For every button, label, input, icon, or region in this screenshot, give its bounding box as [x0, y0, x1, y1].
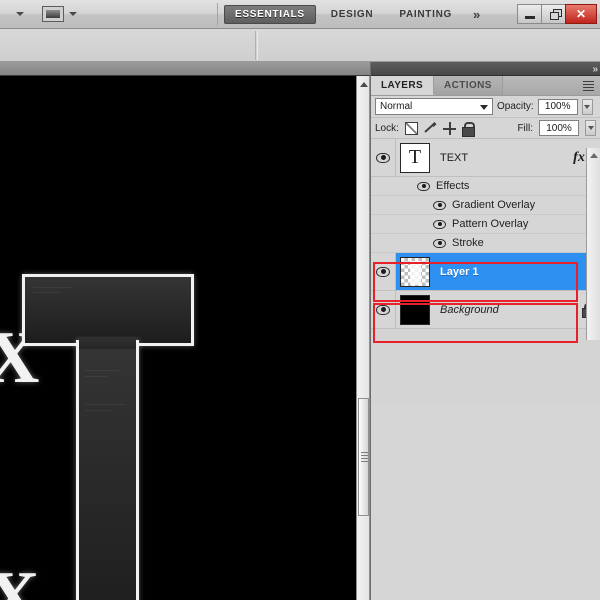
workspace-design[interactable]: DESIGN	[320, 5, 385, 24]
letter-t-stem	[76, 340, 139, 600]
layers-panel-empty-area	[371, 405, 600, 600]
panel-menu-icon[interactable]	[580, 76, 600, 95]
lock-transparency-icon[interactable]	[404, 121, 418, 135]
layers-panel-scrollbar[interactable]	[586, 148, 600, 340]
chevron-down-icon	[587, 126, 594, 130]
application-bar: ESSENTIALS DESIGN PAINTING » ✕	[0, 0, 600, 29]
panel-tab-row: LAYERS ACTIONS	[371, 76, 600, 96]
effects-group-label: Effects	[436, 180, 470, 192]
tab-actions[interactable]: ACTIONS	[434, 76, 503, 95]
layer-thumbnail	[400, 294, 430, 325]
tab-layers[interactable]: LAYERS	[371, 76, 435, 95]
texture-line	[33, 287, 73, 288]
layer-thumbnail	[400, 256, 430, 287]
scroll-up-icon[interactable]	[590, 153, 598, 158]
window-controls: ✕	[517, 4, 597, 24]
fill-slider-button[interactable]	[585, 120, 596, 136]
lock-image-icon[interactable]	[424, 122, 437, 135]
document-tab-strip[interactable]	[0, 62, 370, 76]
layer-visibility-toggle[interactable]	[371, 291, 396, 328]
minimize-icon	[524, 15, 535, 19]
layer-name[interactable]: Layer 1	[434, 266, 600, 278]
appbar-divider	[217, 3, 218, 26]
layer-thumbnail-cell[interactable]	[396, 294, 434, 325]
chevron-down-icon	[480, 105, 488, 110]
lock-all-icon[interactable]	[461, 121, 475, 137]
opacity-slider-button[interactable]	[581, 98, 593, 115]
eye-icon	[376, 266, 390, 277]
options-bar-divider-light	[257, 31, 258, 60]
fill-input[interactable]: 100%	[539, 120, 579, 136]
effect-row-gradient-overlay[interactable]: Gradient Overlay	[371, 196, 600, 215]
scrollbar-grip-icon	[361, 455, 368, 456]
blend-mode-value: Normal	[380, 101, 413, 112]
photoshop-window: ESSENTIALS DESIGN PAINTING » ✕ X X » LAY…	[0, 0, 600, 600]
eye-icon[interactable]	[417, 181, 430, 191]
blend-mode-select[interactable]: Normal	[375, 98, 493, 115]
texture-line	[33, 292, 61, 293]
right-dock: » LAYERS ACTIONS Normal Opacity: 100% Lo…	[370, 62, 600, 600]
minimize-button[interactable]	[517, 4, 542, 24]
fx-icon: fx	[573, 149, 585, 165]
layer-row-text[interactable]: T TEXT fx	[371, 139, 600, 177]
layers-panel-body: Normal Opacity: 100% Lock: Fill: 100% T …	[371, 96, 600, 329]
opacity-input[interactable]: 100%	[537, 98, 578, 115]
dock-expand-icon[interactable]: »	[592, 64, 597, 75]
layer-thumbnail-cell[interactable]: T	[396, 142, 434, 173]
restore-button[interactable]	[541, 4, 566, 24]
workspace-switcher: ESSENTIALS DESIGN PAINTING »	[222, 0, 480, 29]
blend-opacity-row: Normal Opacity: 100%	[371, 96, 600, 118]
layer-row-background[interactable]: Background	[371, 291, 600, 329]
effects-group-row[interactable]: Effects	[371, 177, 600, 196]
letter-t-artwork	[22, 274, 194, 600]
workspace-essentials[interactable]: ESSENTIALS	[224, 5, 316, 24]
eye-icon[interactable]	[433, 219, 446, 229]
eye-icon[interactable]	[433, 238, 446, 248]
letter-t-bar	[22, 274, 194, 346]
dock-header: »	[371, 62, 600, 76]
workspace-more-icon[interactable]: »	[473, 7, 480, 22]
eye-icon	[376, 152, 390, 163]
eye-icon	[376, 304, 390, 315]
layer-thumbnail: T	[400, 142, 430, 173]
effect-label: Stroke	[452, 237, 484, 249]
lock-label: Lock:	[375, 122, 399, 134]
workspace-painting[interactable]: PAINTING	[388, 5, 463, 24]
canvas-vertical-scrollbar[interactable]	[356, 76, 370, 600]
screen-mode-icon[interactable]	[42, 6, 64, 22]
screen-mode-chevron-icon[interactable]	[69, 12, 77, 16]
texture-line	[85, 376, 107, 377]
fill-label: Fill:	[517, 122, 533, 134]
close-button[interactable]: ✕	[565, 4, 597, 24]
texture-line	[85, 370, 119, 371]
effect-label: Gradient Overlay	[452, 199, 536, 211]
options-bar-divider	[255, 31, 256, 60]
scroll-up-icon[interactable]	[360, 82, 368, 87]
layer-visibility-toggle[interactable]	[371, 253, 396, 290]
effect-row-pattern-overlay[interactable]: Pattern Overlay	[371, 215, 600, 234]
layer-row-layer-1[interactable]: Layer 1	[371, 253, 600, 291]
layer-thumbnail-cell[interactable]	[396, 256, 434, 287]
opacity-label: Opacity:	[497, 101, 534, 112]
tool-options-bar[interactable]	[0, 29, 600, 62]
letter-t-joint	[79, 337, 136, 349]
app-menu-chevron-icon[interactable]	[16, 12, 24, 16]
layer-name[interactable]: Background	[434, 304, 574, 316]
texture-line	[85, 410, 111, 411]
texture-line	[85, 404, 125, 405]
tab-row-filler	[503, 76, 580, 95]
chevron-down-icon	[584, 104, 591, 109]
canvas-scrollbar-thumb[interactable]	[358, 398, 369, 516]
layer-visibility-toggle[interactable]	[371, 139, 396, 176]
effect-row-stroke[interactable]: Stroke	[371, 234, 600, 253]
layer-list: T TEXT fx Effects Gradient Overlay Patte…	[371, 139, 600, 329]
canvas[interactable]: X X	[0, 76, 356, 600]
effect-label: Pattern Overlay	[452, 218, 529, 230]
lock-fill-row: Lock: Fill: 100%	[371, 118, 600, 139]
layer-name[interactable]: TEXT	[434, 152, 570, 164]
eye-icon[interactable]	[433, 200, 446, 210]
restore-icon-front	[550, 12, 559, 20]
lock-position-icon[interactable]	[442, 121, 456, 135]
